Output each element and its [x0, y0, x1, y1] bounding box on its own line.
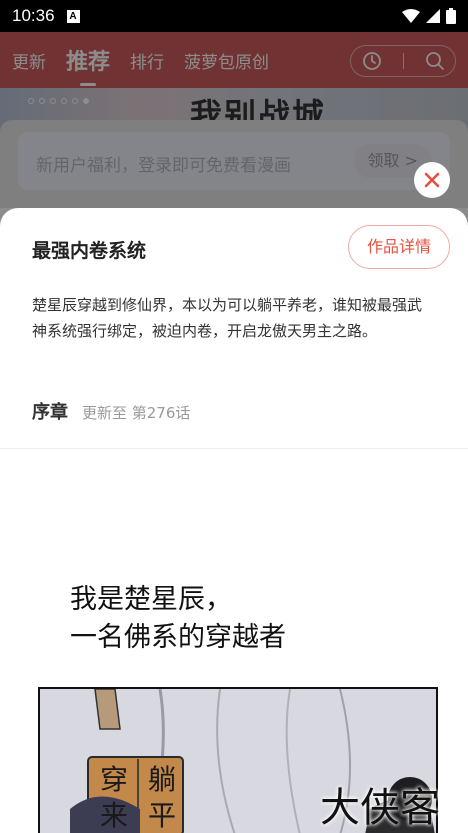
watermark-text: 大侠客 — [320, 785, 440, 831]
close-icon — [424, 172, 440, 188]
wifi-icon — [402, 9, 420, 23]
sign-character: 平 — [148, 799, 176, 832]
comic-info-sheet: 最强内卷系统 作品详情 楚星辰穿越到修仙界，本以为可以躺平养老，谁知被最强武神系… — [0, 208, 468, 448]
notification-icon: A — [66, 9, 80, 23]
comic-caption-line-1: 我是楚星辰， — [70, 584, 232, 615]
chapter-title[interactable]: 序章 — [32, 398, 68, 424]
status-bar: 10:36 A — [0, 0, 468, 32]
sign-character: 来 — [100, 799, 128, 832]
sign-character: 穿 — [100, 763, 128, 796]
comic-description: 楚星辰穿越到修仙界，本以为可以躺平养老，谁知被最强武神系统强行绑定，被迫内卷，开… — [32, 296, 423, 340]
comic-caption-line-2: 一名佛系的穿越者 — [70, 622, 286, 653]
comic-page[interactable]: 我是楚星辰， 一名佛系的穿越者 穿躺来平 大侠客 — [0, 448, 468, 833]
close-button[interactable] — [414, 162, 450, 198]
signal-icon — [426, 9, 440, 23]
comic-title: 最强内卷系统 — [32, 240, 147, 262]
comic-details-button[interactable]: 作品详情 — [348, 225, 450, 269]
sign-character: 躺 — [148, 763, 176, 796]
update-status: 更新至 第276话 — [82, 404, 191, 422]
status-time: 10:36 — [12, 6, 55, 25]
battery-icon — [446, 8, 456, 24]
